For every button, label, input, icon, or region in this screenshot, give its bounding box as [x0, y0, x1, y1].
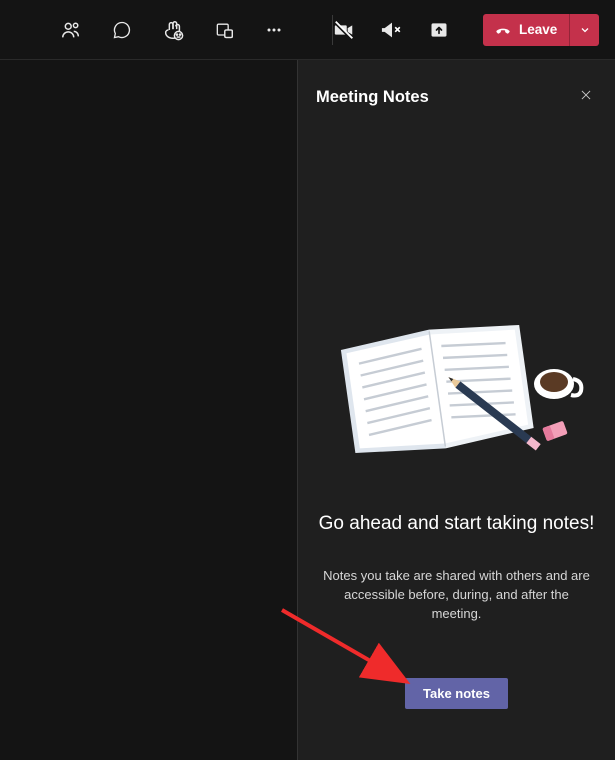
panel-heading: Go ahead and start taking notes! — [319, 513, 595, 535]
close-icon[interactable] — [575, 84, 597, 111]
share-icon[interactable] — [429, 20, 449, 40]
leave-button[interactable]: Leave — [483, 14, 569, 46]
panel-header: Meeting Notes — [298, 60, 615, 129]
chevron-down-icon — [579, 24, 591, 36]
meeting-notes-panel: Meeting Notes — [297, 60, 615, 760]
panel-description: Notes you take are shared with others an… — [316, 567, 597, 624]
rooms-icon[interactable] — [214, 20, 234, 40]
toolbar-left-group — [60, 15, 333, 45]
chat-icon[interactable] — [112, 20, 132, 40]
panel-title: Meeting Notes — [316, 88, 429, 107]
camera-off-icon[interactable] — [333, 19, 355, 41]
reactions-icon[interactable] — [162, 19, 184, 41]
people-icon[interactable] — [60, 19, 82, 41]
panel-body: Go ahead and start taking notes! Notes y… — [298, 129, 615, 760]
mic-off-icon[interactable] — [381, 19, 403, 41]
meeting-stage — [0, 60, 297, 760]
leave-caret-button[interactable] — [569, 14, 599, 46]
toolbar-right-group: Leave — [333, 14, 599, 46]
hangup-icon — [495, 22, 511, 38]
leave-button-group: Leave — [483, 14, 599, 46]
meeting-toolbar: Leave — [0, 0, 615, 60]
notebook-illustration — [327, 309, 587, 479]
take-notes-button[interactable]: Take notes — [405, 678, 508, 709]
content-area: Meeting Notes — [0, 60, 615, 760]
more-icon[interactable] — [264, 20, 284, 40]
leave-label: Leave — [519, 22, 557, 37]
